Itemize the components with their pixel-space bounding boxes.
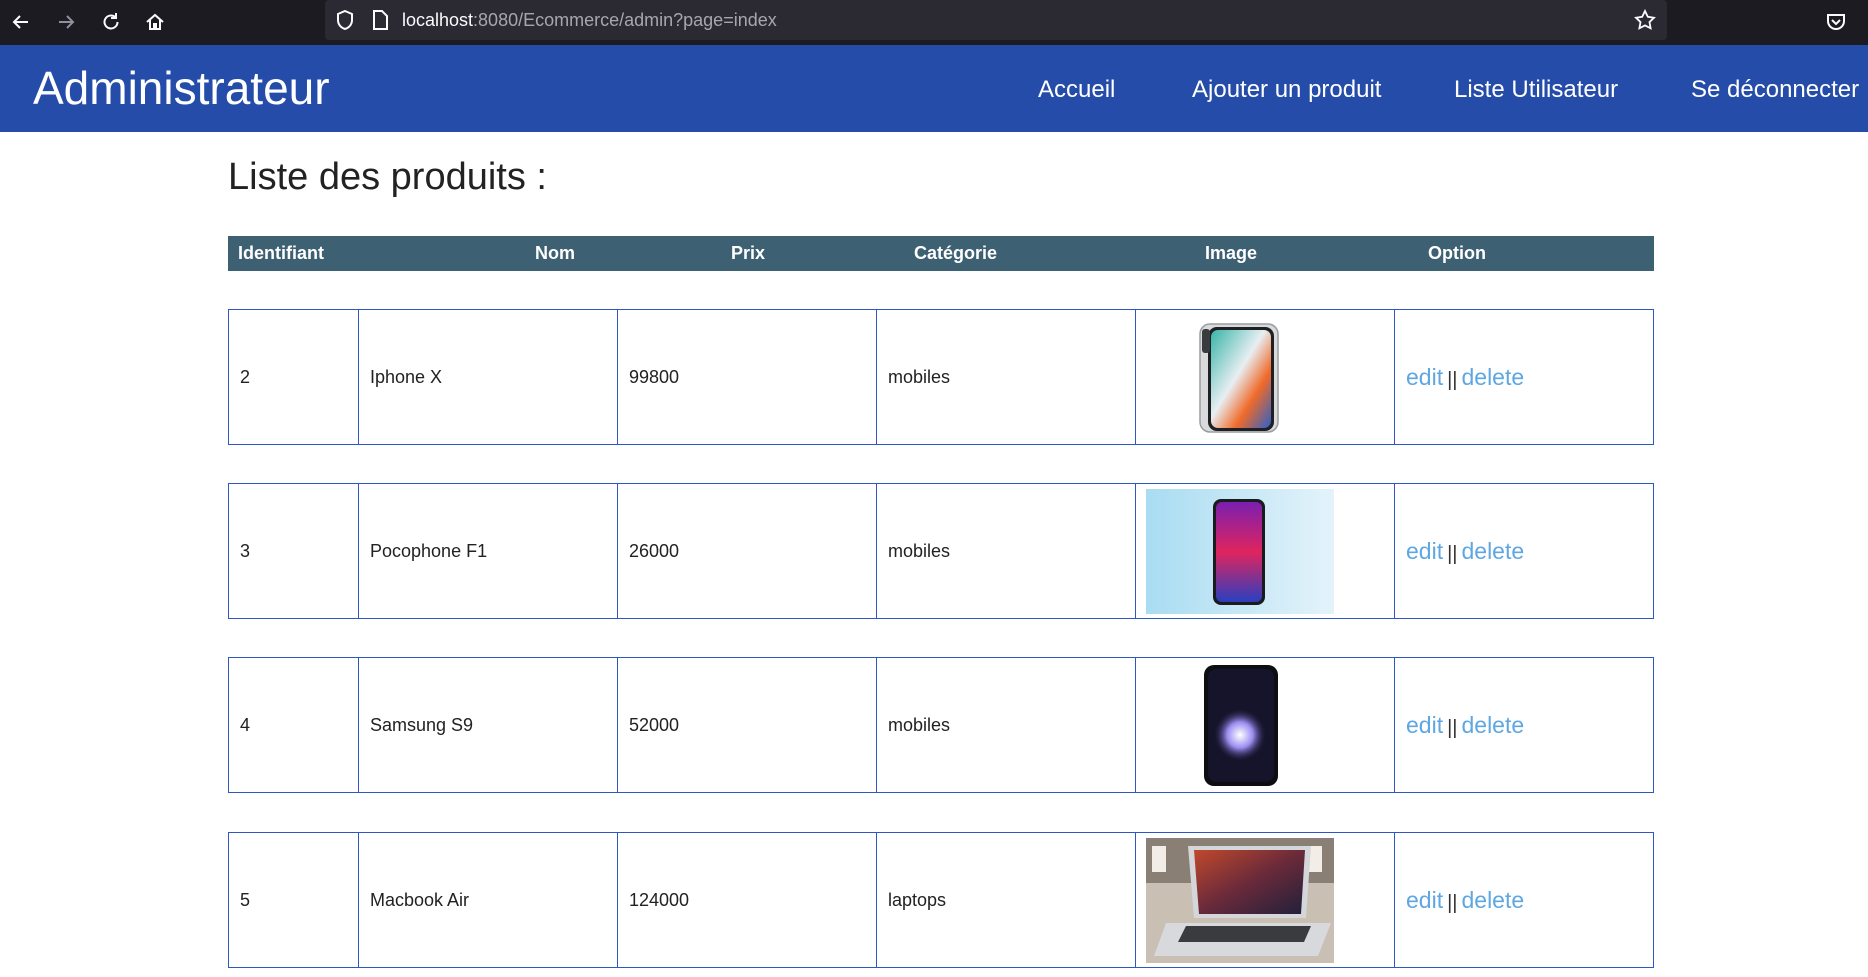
delete-link[interactable]: delete xyxy=(1461,887,1524,914)
cell-id: 3 xyxy=(240,540,251,561)
shield-icon[interactable] xyxy=(331,6,359,34)
table-row: 3 Pocophone F1 26000 mobiles edit || delet… xyxy=(228,483,1654,619)
navbar: Administrateur Accueil Ajouter un produi… xyxy=(0,45,1868,132)
table-row: 5 Macbook Air 124000 laptops edit || delet… xyxy=(228,832,1654,968)
header-option: Option xyxy=(1428,243,1486,263)
page-icon xyxy=(366,6,394,34)
cell-category: mobiles xyxy=(876,310,1136,444)
cell-id: 5 xyxy=(240,889,251,910)
separator: || xyxy=(1447,368,1458,391)
cell-id: 2 xyxy=(240,366,251,387)
cell-price: 52000 xyxy=(617,658,877,792)
nav-link-accueil[interactable]: Accueil xyxy=(1038,45,1115,135)
nav-link-liste-utilisateur[interactable]: Liste Utilisateur xyxy=(1454,45,1618,135)
header-prix: Prix xyxy=(731,243,766,263)
separator: || xyxy=(1447,891,1458,914)
header-identifiant: Identifiant xyxy=(238,243,324,263)
cell-price: 124000 xyxy=(617,833,877,967)
delete-link[interactable]: delete xyxy=(1461,712,1524,739)
pocket-icon[interactable] xyxy=(1822,8,1850,36)
edit-link[interactable]: edit xyxy=(1406,538,1443,565)
product-image-samsung-s9 xyxy=(1146,663,1334,788)
cell-name: Pocophone F1 xyxy=(358,484,618,618)
cell-image xyxy=(1135,484,1395,618)
header-nom: Nom xyxy=(535,243,575,263)
table-row: 2 Iphone X 99800 mobiles edit || delete xyxy=(228,309,1654,445)
home-icon[interactable] xyxy=(141,8,169,36)
product-image-pocophone-f1 xyxy=(1146,489,1334,614)
reload-icon[interactable] xyxy=(97,8,125,36)
table-row: 4 Samsung S9 52000 mobiles edit || delete xyxy=(228,657,1654,793)
cell-name: Samsung S9 xyxy=(358,658,618,792)
url-text[interactable]: localhost:8080/Ecommerce/admin?page=inde… xyxy=(402,0,777,40)
product-image-macbook-air xyxy=(1146,838,1334,963)
separator: || xyxy=(1447,542,1458,565)
cell-id: 4 xyxy=(240,714,251,735)
cell-image xyxy=(1135,658,1395,792)
delete-link[interactable]: delete xyxy=(1461,364,1524,391)
nav-link-deconnecter[interactable]: Se déconnecter xyxy=(1691,45,1859,135)
brand[interactable]: Administrateur xyxy=(33,45,330,132)
table-header: Identifiant Nom Prix Catégorie Image Opt… xyxy=(228,236,1654,271)
edit-link[interactable]: edit xyxy=(1406,712,1443,739)
nav-link-ajouter-produit[interactable]: Ajouter un produit xyxy=(1192,45,1381,135)
cell-category: mobiles xyxy=(876,484,1136,618)
cell-options: edit || delete xyxy=(1394,310,1652,444)
cell-name: Iphone X xyxy=(358,310,618,444)
cell-options: edit || delete xyxy=(1394,484,1652,618)
cell-price: 26000 xyxy=(617,484,877,618)
separator: || xyxy=(1447,716,1458,739)
header-categorie: Catégorie xyxy=(914,243,998,263)
cell-image xyxy=(1135,833,1395,967)
forward-icon[interactable] xyxy=(52,8,80,36)
edit-link[interactable]: edit xyxy=(1406,364,1443,391)
page-title: Liste des produits : xyxy=(228,156,547,198)
cell-price: 99800 xyxy=(617,310,877,444)
edit-link[interactable]: edit xyxy=(1406,887,1443,914)
cell-category: laptops xyxy=(876,833,1136,967)
product-image-iphone-x xyxy=(1146,315,1334,440)
cell-name: Macbook Air xyxy=(358,833,618,967)
cell-category: mobiles xyxy=(876,658,1136,792)
address-bar[interactable]: localhost:8080/Ecommerce/admin?page=inde… xyxy=(325,0,1667,40)
browser-toolbar: localhost:8080/Ecommerce/admin?page=inde… xyxy=(0,0,1868,45)
cell-options: edit || delete xyxy=(1394,833,1652,967)
cell-image xyxy=(1135,310,1395,444)
back-icon[interactable] xyxy=(7,8,35,36)
cell-options: edit || delete xyxy=(1394,658,1652,792)
header-image: Image xyxy=(1205,243,1258,263)
bookmark-star-icon[interactable] xyxy=(1631,6,1659,34)
delete-link[interactable]: delete xyxy=(1461,538,1524,565)
